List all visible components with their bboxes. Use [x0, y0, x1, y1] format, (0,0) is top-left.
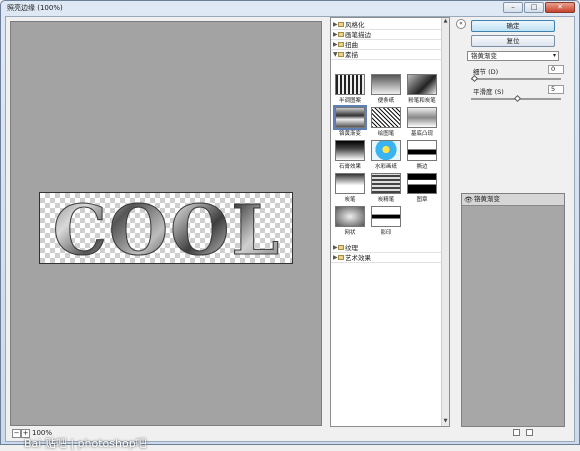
filter-select-value: 铬黄渐变: [471, 52, 497, 60]
filter-thumbnail-image: [335, 206, 365, 227]
collapsed-arrow-icon: ▶: [333, 31, 338, 38]
filter-thumbnail[interactable]: 撕边: [405, 140, 439, 170]
maximize-button[interactable]: □: [524, 2, 544, 13]
close-button[interactable]: ✕: [545, 2, 575, 13]
filter-thumbnail-label: 基底凸现: [410, 131, 433, 137]
collapsed-arrow-icon: ▶: [333, 21, 338, 28]
watermark: Bai 贴吧 | photoshop吧: [24, 437, 147, 450]
filter-thumbnail[interactable]: 基底凸现: [405, 107, 439, 137]
window-title: 照亮边缘 (100%): [7, 4, 63, 12]
filter-category-bottom-1[interactable]: ▶ 艺术效果: [331, 253, 443, 263]
folder-icon: [338, 22, 344, 27]
collapsed-arrow-icon: ▶: [333, 41, 338, 48]
filter-thumbnail[interactable]: 炭笔: [333, 173, 367, 203]
effect-layer-row[interactable]: 👁 铬黄渐变: [462, 194, 564, 206]
filter-thumbnail[interactable]: 网状: [333, 206, 367, 236]
eye-icon[interactable]: 👁: [464, 195, 473, 206]
filter-category-label: 画笔描边: [345, 31, 371, 39]
filter-thumbnail-label: 粉笔和炭笔: [408, 98, 436, 104]
filter-thumbnail-label: 撕边: [416, 164, 428, 170]
filter-thumbnail[interactable]: 便条纸: [369, 74, 403, 104]
smoothness-label: 平滑度 (S): [473, 88, 504, 96]
smoothness-input[interactable]: 5: [548, 85, 564, 94]
smoothness-slider[interactable]: [471, 94, 561, 103]
filter-category-top-2[interactable]: ▶ 扭曲: [331, 40, 443, 50]
folder-icon: [338, 42, 344, 47]
filter-category-label: 纹理: [345, 244, 358, 252]
folder-icon: [338, 52, 344, 57]
filter-category-top-3[interactable]: ▼ 素描: [331, 50, 443, 60]
filter-category-top-0[interactable]: ▶ 风格化: [331, 20, 443, 30]
filter-thumbnail-image: [407, 74, 437, 95]
filter-thumbnail-image: [371, 140, 401, 161]
filter-thumbnail-image: [407, 173, 437, 194]
filter-category-bottom-0[interactable]: ▶ 纹理: [331, 243, 443, 253]
preview-canvas: COOL: [39, 192, 293, 264]
expanded-arrow-icon: ▼: [333, 51, 338, 58]
title-bar[interactable]: 照亮边缘 (100%) – □ ✕: [1, 1, 579, 15]
reset-button[interactable]: 复位: [471, 35, 555, 47]
dialog-client-area: COOL − + 100% ▶ 风格化 ▶ 画笔描边 ▶ 扭曲 ▼ 素描 半调图案 便条纸 粉笔和…: [5, 16, 575, 450]
effect-layers-list: 👁 铬黄渐变: [461, 193, 565, 427]
filter-thumbnail-image: [333, 105, 367, 130]
new-effect-layer-icon[interactable]: [513, 429, 520, 436]
filter-thumbnail[interactable]: 炭精笔: [369, 173, 403, 203]
filter-gallery: ▶ 风格化 ▶ 画笔描边 ▶ 扭曲 ▼ 素描 半调图案 便条纸 粉笔和炭笔铬黄渐变 绘图笔基底凸现石…: [330, 17, 450, 427]
filter-thumbnail[interactable]: 影印: [369, 206, 403, 236]
filter-thumbnail-image: [407, 140, 437, 161]
scroll-up-icon[interactable]: ▲: [442, 18, 449, 26]
filter-thumbnail[interactable]: 半调图案: [333, 74, 367, 104]
scroll-down-icon[interactable]: ▼: [442, 418, 449, 426]
filter-thumbnail-label: 影印: [380, 230, 392, 236]
filter-thumbnail[interactable]: 水彩画纸: [369, 140, 403, 170]
filter-thumbnail-image: [371, 107, 401, 128]
preview-pane[interactable]: COOL: [10, 21, 322, 426]
filter-thumbnail-image: [335, 140, 365, 161]
folder-icon: [338, 245, 344, 250]
effect-layer-name: 铬黄渐变: [474, 195, 500, 203]
collapse-gallery-icon[interactable]: «: [456, 19, 466, 29]
filter-thumbnail[interactable]: 图章: [405, 173, 439, 203]
filter-thumbnail-image: [371, 173, 401, 194]
filter-category-label: 扭曲: [345, 41, 358, 49]
filter-category-label: 风格化: [345, 21, 365, 29]
filter-select[interactable]: 铬黄渐变 ▾: [467, 51, 559, 61]
minimize-button[interactable]: –: [503, 2, 523, 13]
zoom-out-button[interactable]: −: [12, 429, 21, 438]
collapsed-arrow-icon: ▶: [333, 254, 338, 261]
settings-panel: « 确定 复位 铬黄渐变 ▾ 细节 (D) 0 平滑度 (S) 5 👁 铬黄渐变: [453, 17, 573, 437]
collapsed-arrow-icon: ▶: [333, 244, 338, 251]
filter-thumbnail[interactable]: 铬黄渐变: [333, 105, 367, 137]
filter-thumbnail-image: [371, 74, 401, 95]
preview-text: COOL: [40, 193, 292, 263]
detail-slider-handle[interactable]: [470, 74, 479, 83]
filter-category-label: 素描: [345, 51, 358, 59]
ok-button[interactable]: 确定: [471, 20, 555, 32]
detail-input[interactable]: 0: [548, 65, 564, 74]
gallery-scrollbar[interactable]: ▲ ▼: [441, 18, 449, 426]
filter-thumbnail-image: [407, 107, 437, 128]
filter-thumbnail-label: 图章: [416, 197, 428, 203]
chevron-down-icon: ▾: [552, 52, 556, 59]
folder-icon: [338, 255, 344, 260]
filter-thumbnail-image: [335, 173, 365, 194]
filter-dialog-window: 照亮边缘 (100%) – □ ✕ COOL − + 100% ▶ 风格化 ▶ 画笔描…: [0, 0, 580, 450]
detail-slider[interactable]: [470, 74, 561, 83]
filter-thumbnail-image: [371, 206, 401, 227]
filter-thumbnail[interactable]: 绘图笔: [369, 107, 403, 137]
filter-thumbnail[interactable]: 石膏效果: [333, 140, 367, 170]
filter-thumbnail-image: [335, 74, 365, 95]
detail-label: 细节 (D): [473, 68, 499, 76]
filter-category-label: 艺术效果: [345, 254, 371, 262]
smoothness-slider-handle[interactable]: [513, 94, 522, 103]
filter-thumbnail[interactable]: 粉笔和炭笔: [405, 74, 439, 104]
folder-icon: [338, 32, 344, 37]
filter-category-top-1[interactable]: ▶ 画笔描边: [331, 30, 443, 40]
delete-effect-layer-icon[interactable]: [526, 429, 533, 436]
